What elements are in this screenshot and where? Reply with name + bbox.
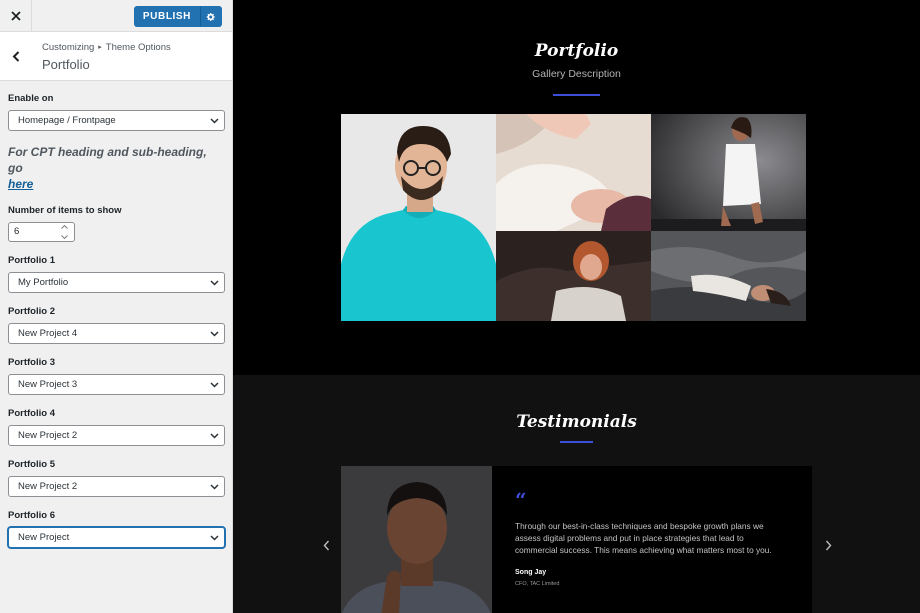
items-to-show-control: Number of items to show 6 xyxy=(8,205,224,242)
section-title: Portfolio xyxy=(42,57,90,72)
enable-on-select[interactable]: Homepage / Frontpage xyxy=(8,110,225,131)
testimonial-author-name: Song Jay xyxy=(515,569,547,576)
portfolio-3-select[interactable]: New Project 3 xyxy=(8,374,225,395)
portfolio-5-label: Portfolio 5 xyxy=(8,459,55,470)
publish-button[interactable]: PUBLISH xyxy=(133,6,200,27)
customizer-header: PUBLISH xyxy=(0,0,232,32)
breadcrumb-separator: ▸ xyxy=(98,44,102,51)
chevron-down-icon xyxy=(210,382,219,388)
portfolio-gallery xyxy=(341,114,806,321)
spinner-up-icon xyxy=(61,225,68,229)
portfolio-item-1[interactable] xyxy=(341,114,496,321)
quote-icon: “ xyxy=(515,488,527,512)
cpt-here-link[interactable]: here xyxy=(8,177,33,191)
chevron-down-icon xyxy=(210,535,219,541)
portfolio-2-select[interactable]: New Project 4 xyxy=(8,323,225,344)
portfolio-6-control: Portfolio 6 New Project xyxy=(8,510,225,548)
portfolio-heading: Portfolio xyxy=(534,41,619,61)
portfolio-4-value: New Project 2 xyxy=(18,430,78,441)
portfolio-6-label: Portfolio 6 xyxy=(8,510,55,521)
cpt-note: For CPT heading and sub-heading, go here xyxy=(8,144,224,192)
chevron-down-icon xyxy=(210,280,219,286)
portfolio-6-select[interactable]: New Project xyxy=(8,527,225,548)
portfolio-1-label: Portfolio 1 xyxy=(8,255,55,266)
portfolio-4-control: Portfolio 4 New Project 2 xyxy=(8,408,225,446)
portfolio-item-3[interactable] xyxy=(651,114,806,231)
spinner-down-icon xyxy=(61,235,68,239)
chevron-down-icon xyxy=(210,484,219,490)
customizer-sidebar: PUBLISH Customizing ▸ Theme Options Portfo… xyxy=(0,0,233,613)
number-spinner[interactable] xyxy=(60,225,69,239)
portfolio-1-select[interactable]: My Portfolio xyxy=(8,272,225,293)
portfolio-image-dark-fabric xyxy=(651,231,806,321)
site-preview: Portfolio Gallery Description Testimonia… xyxy=(233,0,920,613)
portfolio-image-redhead xyxy=(496,231,651,321)
portfolio-6-value: New Project xyxy=(18,532,70,543)
portfolio-4-select[interactable]: New Project 2 xyxy=(8,425,225,446)
enable-on-label: Enable on xyxy=(8,93,54,104)
portfolio-1-value: My Portfolio xyxy=(18,277,69,288)
portfolio-item-5[interactable] xyxy=(651,231,806,321)
portfolio-4-label: Portfolio 4 xyxy=(8,408,55,419)
portfolio-5-select[interactable]: New Project 2 xyxy=(8,476,225,497)
items-to-show-value: 6 xyxy=(14,226,20,237)
portfolio-3-value: New Project 3 xyxy=(18,379,78,390)
portfolio-1-control: Portfolio 1 My Portfolio xyxy=(8,255,225,293)
enable-on-value: Homepage / Frontpage xyxy=(18,115,116,126)
enable-on-control: Enable on Homepage / Frontpage xyxy=(8,93,225,131)
portfolio-2-control: Portfolio 2 New Project 4 xyxy=(8,306,225,344)
portfolio-image-sweater xyxy=(496,114,651,231)
portfolio-item-2[interactable] xyxy=(496,114,651,231)
portfolio-image-white-dress xyxy=(651,114,806,231)
testimonials-heading-underline xyxy=(560,441,593,443)
chevron-down-icon xyxy=(210,331,219,337)
section-header: Customizing ▸ Theme Options Portfolio xyxy=(0,32,232,81)
portfolio-2-value: New Project 4 xyxy=(18,328,78,339)
close-icon xyxy=(10,11,21,21)
chevron-down-icon xyxy=(210,118,219,124)
chevron-left-icon xyxy=(323,540,329,550)
portfolio-heading-underline xyxy=(553,94,600,96)
items-to-show-input[interactable]: 6 xyxy=(8,222,75,242)
portfolio-3-label: Portfolio 3 xyxy=(8,357,55,368)
testimonial-author-role: CFO, TAC Limited xyxy=(515,581,560,587)
chevron-left-icon xyxy=(12,50,20,62)
portfolio-3-control: Portfolio 3 New Project 3 xyxy=(8,357,225,395)
chevron-down-icon xyxy=(210,433,219,439)
back-button[interactable] xyxy=(0,32,32,80)
testimonial-prev-button[interactable] xyxy=(319,538,333,552)
close-customizer-button[interactable] xyxy=(0,0,32,32)
publish-settings-button[interactable] xyxy=(200,6,222,27)
breadcrumb-parent: Theme Options xyxy=(105,42,171,53)
testimonial-card: “ Through our best-in-class techniques a… xyxy=(341,466,812,613)
breadcrumb-root: Customizing xyxy=(42,42,95,53)
cpt-note-text: For CPT heading and sub-heading, go xyxy=(8,145,207,175)
chevron-right-icon xyxy=(825,540,831,550)
gear-icon xyxy=(206,12,215,21)
testimonial-text: Through our best-in-class techniques and… xyxy=(515,521,772,555)
controls-list: Enable on Homepage / Frontpage For CPT h… xyxy=(0,81,232,548)
testimonial-next-button[interactable] xyxy=(821,538,835,552)
items-to-show-label: Number of items to show xyxy=(8,205,122,216)
breadcrumb: Customizing ▸ Theme Options xyxy=(42,42,171,53)
testimonials-section: Testimonials “ Through our best-in-class… xyxy=(233,375,920,613)
publish-control: PUBLISH xyxy=(133,6,222,27)
testimonial-photo xyxy=(341,466,492,613)
portfolio-item-4[interactable] xyxy=(496,231,651,321)
testimonial-portrait-image xyxy=(341,466,492,613)
testimonial-body: “ Through our best-in-class techniques a… xyxy=(515,490,780,587)
portfolio-2-label: Portfolio 2 xyxy=(8,306,55,317)
portfolio-5-value: New Project 2 xyxy=(18,481,78,492)
portfolio-image-man xyxy=(341,114,496,321)
testimonials-heading: Testimonials xyxy=(516,412,637,432)
gallery-description: Gallery Description xyxy=(532,68,621,80)
portfolio-section: Portfolio Gallery Description xyxy=(233,0,920,375)
portfolio-5-control: Portfolio 5 New Project 2 xyxy=(8,459,225,497)
